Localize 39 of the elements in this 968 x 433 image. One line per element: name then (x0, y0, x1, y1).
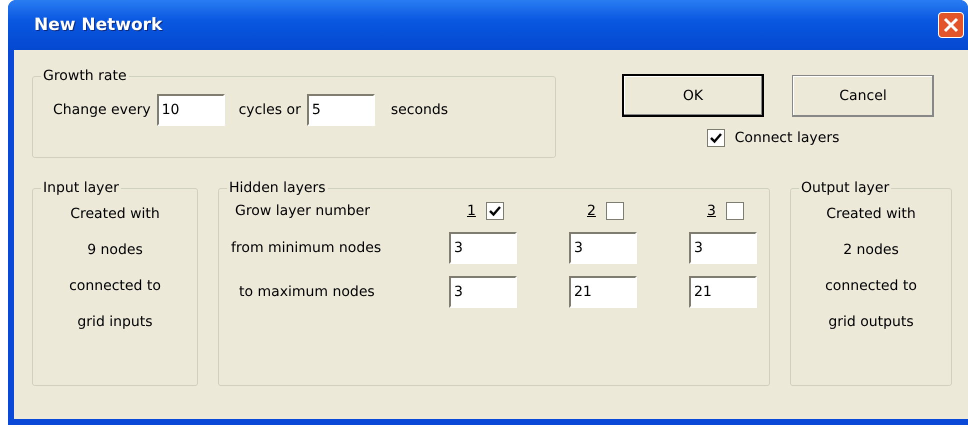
field-label: Change every (53, 102, 151, 118)
info-text: 2 nodes (843, 242, 899, 258)
checkbox[interactable] (486, 202, 504, 220)
info-text: Created with (70, 206, 160, 222)
dialog-button[interactable]: Cancel (792, 74, 934, 116)
max-nodes-field[interactable]: 21 (569, 276, 637, 308)
row-label: from minimum nodes (231, 240, 382, 256)
checkbox[interactable] (706, 129, 725, 147)
close-icon (942, 16, 960, 34)
close-button[interactable] (938, 12, 964, 38)
cycles-field[interactable]: 10 (156, 94, 225, 126)
min-nodes-field[interactable]: 3 (689, 232, 757, 264)
info-text: grid inputs (77, 314, 153, 330)
info-text: grid outputs (828, 314, 914, 330)
max-nodes-field[interactable]: 3 (449, 276, 517, 308)
field-label: seconds (390, 102, 448, 118)
group-title: Output layer (800, 180, 890, 196)
layer-number: 3 (707, 203, 716, 219)
info-text: Created with (826, 206, 916, 222)
group-title: Input layer (42, 180, 120, 196)
max-nodes-field[interactable]: 21 (689, 276, 757, 308)
info-text: connected to (69, 278, 161, 294)
row-label: Grow layer number (235, 203, 370, 219)
field-label: cycles or (238, 102, 301, 118)
row-label: to maximum nodes (239, 284, 375, 300)
min-nodes-field[interactable]: 3 (569, 232, 637, 264)
group-title: Hidden layers (228, 180, 327, 196)
layer-number: 1 (467, 203, 476, 219)
dialog-button[interactable]: OK (622, 74, 764, 117)
info-text: 9 nodes (87, 242, 143, 258)
checkbox[interactable] (606, 202, 624, 220)
layer-number: 2 (587, 203, 596, 219)
checkbox[interactable] (726, 202, 744, 220)
window-title: New Network (34, 15, 162, 35)
group-title: Growth rate (42, 68, 128, 84)
seconds-field[interactable]: 5 (306, 94, 375, 126)
min-nodes-field[interactable]: 3 (449, 232, 517, 264)
info-text: connected to (825, 278, 917, 294)
checkbox-label: Connect layers (734, 130, 840, 146)
